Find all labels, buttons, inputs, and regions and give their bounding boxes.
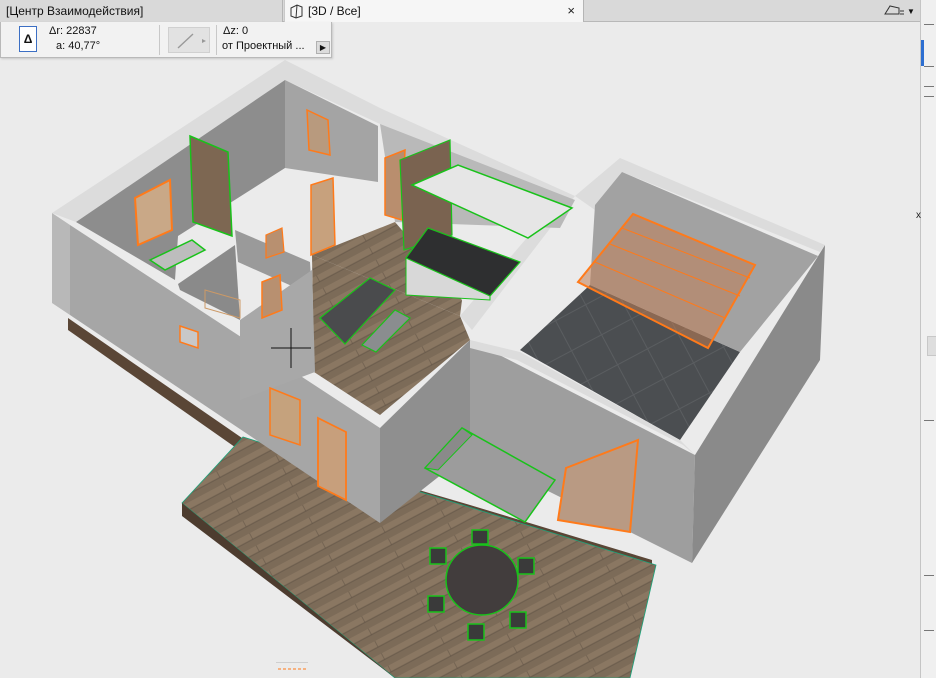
tab-collaboration-center[interactable]: [Центр Взаимодействия]: [0, 0, 283, 22]
tab-3d-all[interactable]: [3D / Все] ×: [284, 0, 584, 22]
reference-arrow-button[interactable]: ▶: [316, 41, 330, 54]
dining-chair[interactable]: [517, 557, 535, 575]
tab-label: [3D / Все]: [308, 4, 361, 18]
dining-chair[interactable]: [509, 611, 527, 629]
3d-view-icon: [289, 3, 304, 19]
door-small[interactable]: [265, 227, 285, 259]
reference-selector[interactable]: от Проектный ...: [222, 40, 305, 52]
angle-readout: a: 40,77°: [56, 40, 100, 52]
dr-label: Δr:: [49, 25, 64, 37]
ruler-tick: [924, 96, 934, 97]
front-left-wall[interactable]: [52, 213, 70, 315]
dining-chair[interactable]: [429, 547, 447, 565]
bottom-ruler-marker: [276, 662, 308, 676]
close-tab-icon[interactable]: ×: [567, 3, 575, 18]
divider: [159, 25, 160, 55]
dz-value[interactable]: 0: [242, 25, 248, 37]
wardrobe[interactable]: [189, 134, 233, 238]
ruler-tick: [924, 420, 934, 421]
chevron-down-icon: ▼: [907, 7, 915, 16]
perspective-view-icon: [883, 3, 905, 20]
ruler-tick: [924, 24, 934, 25]
tab-label: [Центр Взаимодействия]: [6, 4, 144, 18]
view-options-menu[interactable]: ▼: [883, 3, 920, 20]
delta-toggle-button[interactable]: Δ: [19, 26, 37, 52]
tracker-info-box: Δ Δr: 22837 a: 40,77° Δz: 0 от Проектный…: [0, 22, 332, 58]
ruler-tick: [924, 630, 934, 631]
dining-chair[interactable]: [427, 595, 445, 613]
dr-readout: Δr: 22837: [49, 25, 97, 37]
tab-bar: [Центр Взаимодействия] [3D / Все] × ▼: [0, 0, 920, 22]
axis-label: x: [916, 210, 921, 221]
dining-table[interactable]: [445, 544, 519, 616]
door-front[interactable]: [317, 416, 347, 502]
angle-label: a:: [56, 40, 66, 52]
divider: [216, 25, 217, 55]
angle-value[interactable]: 40,77°: [68, 40, 100, 52]
dz-label: Δz:: [223, 25, 239, 37]
line-mode-button[interactable]: [168, 27, 210, 53]
active-indicator: [921, 40, 924, 66]
ruler-tick: [924, 86, 934, 87]
dining-chair[interactable]: [471, 529, 489, 545]
dz-readout: Δz: 0: [223, 25, 248, 37]
dining-chair[interactable]: [467, 623, 485, 641]
3d-viewport[interactable]: [0, 22, 920, 678]
ruler-tick: [924, 575, 934, 576]
door-bath[interactable]: [261, 273, 283, 320]
ruler-tick: [924, 66, 934, 67]
dr-value[interactable]: 22837: [66, 25, 97, 37]
door-hall[interactable]: [310, 176, 336, 257]
right-side-strip: x: [916, 0, 936, 678]
scroll-handle[interactable]: [927, 336, 936, 356]
reference-label: от Проектный ...: [222, 40, 305, 52]
